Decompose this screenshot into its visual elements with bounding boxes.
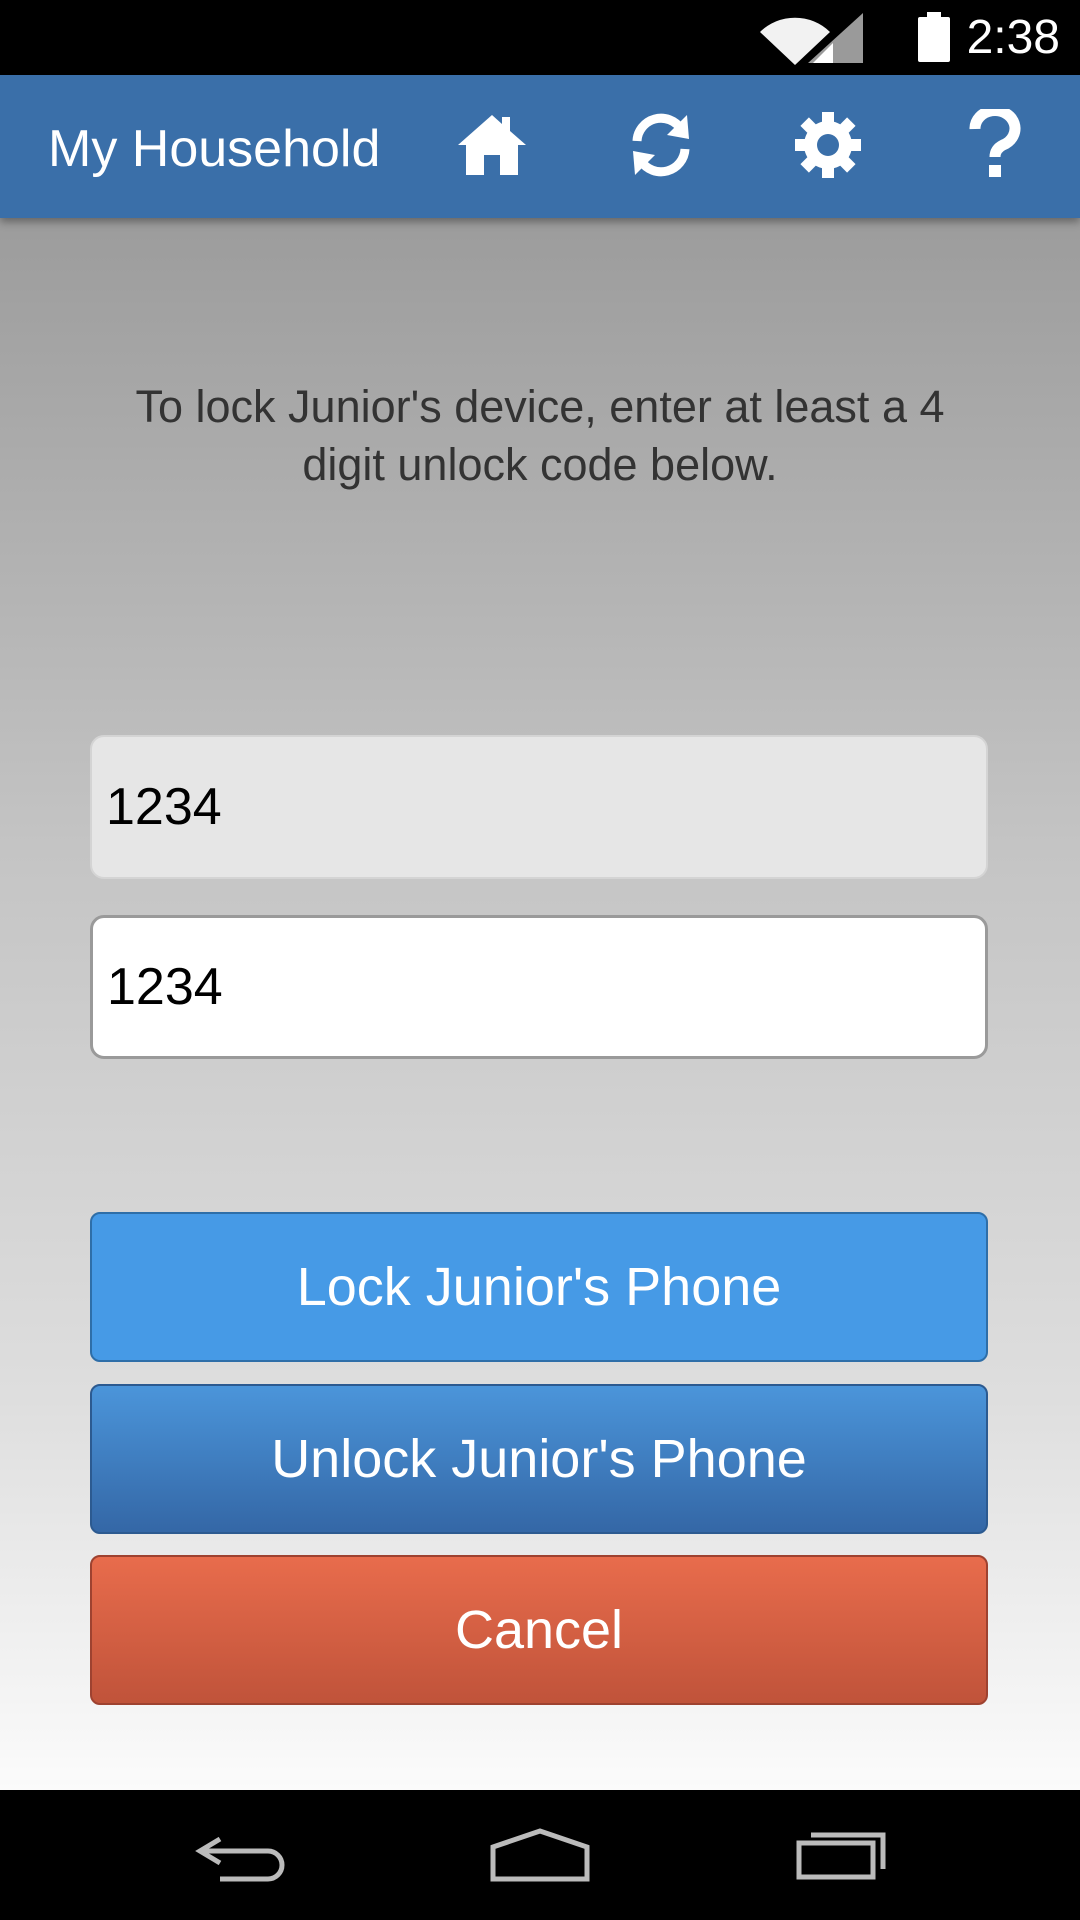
- recents-button[interactable]: [770, 1810, 910, 1900]
- help-icon: [969, 109, 1021, 177]
- home-icon: [458, 115, 526, 175]
- instruction-text: To lock Junior's device, enter at least …: [135, 381, 945, 490]
- app-bar: My Household: [0, 75, 1080, 218]
- refresh-icon: [632, 113, 690, 177]
- unlock-phone-button[interactable]: Unlock Junior's Phone: [90, 1384, 988, 1534]
- status-time: 2:38: [966, 11, 1060, 64]
- confirm-code-field[interactable]: [90, 915, 988, 1059]
- navigation-bar: [0, 1790, 1080, 1920]
- battery-icon: [918, 12, 950, 62]
- lock-form: To lock Junior's device, enter at least …: [0, 218, 1080, 1790]
- home-nav-button[interactable]: [470, 1810, 610, 1900]
- recents-icon: [796, 1832, 886, 1880]
- unlock-code-field[interactable]: [90, 735, 988, 879]
- lock-phone-button[interactable]: Lock Junior's Phone: [90, 1212, 988, 1362]
- cancel-button[interactable]: Cancel: [90, 1555, 988, 1705]
- home-nav-icon: [490, 1828, 590, 1882]
- refresh-button[interactable]: [616, 100, 706, 190]
- status-bar: 2:38: [0, 0, 1080, 75]
- help-button[interactable]: [950, 100, 1040, 190]
- cell-signal-icon: [808, 13, 863, 63]
- settings-icon: [795, 112, 861, 178]
- app-title: My Household: [48, 120, 381, 178]
- settings-button[interactable]: [783, 100, 873, 190]
- back-icon: [195, 1836, 285, 1882]
- home-button[interactable]: [447, 100, 537, 190]
- back-button[interactable]: [170, 1810, 310, 1900]
